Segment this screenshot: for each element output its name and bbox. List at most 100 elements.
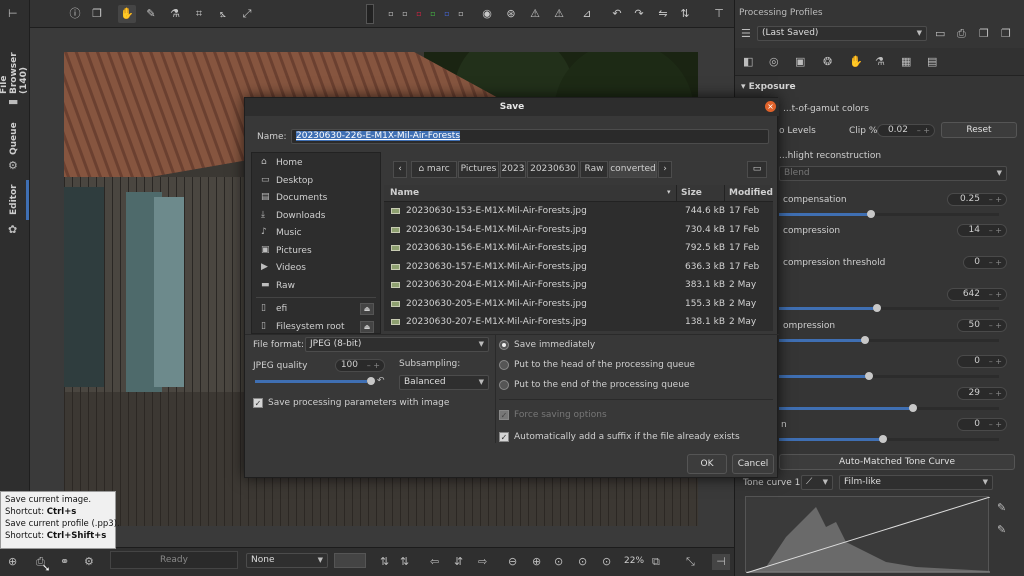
copy-profile-icon[interactable]: ❐: [979, 28, 989, 39]
curve-edit-icon[interactable]: ✎: [997, 502, 1006, 513]
place-pictures[interactable]: ▣ Pictures: [252, 243, 380, 260]
tab-file-browser[interactable]: File Browser (140): [0, 36, 29, 94]
layout-icon[interactable]: ⊢: [8, 8, 18, 19]
crumb-2023[interactable]: 2023: [500, 161, 526, 178]
before-after-icon[interactable]: ❐: [88, 5, 106, 23]
flip-v-icon[interactable]: ⇅: [676, 5, 694, 23]
zoom-fill-icon[interactable]: ⊙: [602, 556, 611, 567]
eject-icon[interactable]: ⏏: [360, 303, 374, 315]
queue-end-radio[interactable]: [499, 380, 509, 390]
place-raw[interactable]: ▬ Raw: [252, 278, 380, 295]
sync-icon[interactable]: ⇵: [454, 556, 463, 567]
hl-comp-spin[interactable]: 14: [957, 224, 1007, 237]
white-balance-icon[interactable]: ⚗: [166, 5, 184, 23]
crumb-pictures[interactable]: Pictures: [458, 161, 499, 178]
fullscreen-icon[interactable]: ⤢: [238, 5, 256, 23]
filename-input[interactable]: 20230630-226-E-M1X-Mil-Air-Forests: [291, 129, 769, 144]
value1-slider[interactable]: [779, 372, 999, 380]
color-picker-icon[interactable]: ✎: [142, 5, 160, 23]
auto-tone-button[interactable]: Auto-Matched Tone Curve: [779, 454, 1015, 470]
zoom-out-icon[interactable]: ⊖: [508, 556, 517, 567]
profile-none-select[interactable]: None: [246, 553, 328, 568]
paste-profile-icon[interactable]: ❐: [1001, 28, 1011, 39]
black-spin[interactable]: 642: [947, 288, 1007, 301]
place-music[interactable]: ♪ Music: [252, 225, 380, 242]
shadow-comp-spin[interactable]: 50: [957, 319, 1007, 332]
save-params-checkbox[interactable]: ✓: [253, 398, 263, 408]
crumb-converted[interactable]: converted: [609, 161, 657, 178]
zoom-100-icon[interactable]: ⊙: [578, 556, 587, 567]
histogram-icon[interactable]: ⊿: [578, 5, 596, 23]
crumb-forward-button[interactable]: ›: [658, 161, 672, 178]
new-window-icon[interactable]: ⧉: [652, 556, 660, 567]
reset-icon[interactable]: ↶: [377, 377, 385, 386]
file-row[interactable]: 20230630-204-E-M1X-Mil-Air-Forests.jpg 38…: [384, 276, 773, 295]
auto-suffix-checkbox[interactable]: ✓: [499, 432, 509, 442]
send-editor-icon[interactable]: ⚭: [60, 556, 69, 567]
profile-select[interactable]: (Last Saved): [757, 26, 927, 41]
flip-h-icon[interactable]: ⇋: [654, 5, 672, 23]
crop-icon[interactable]: ⌗: [190, 5, 208, 23]
preview-swatch[interactable]: [366, 4, 374, 24]
eject-icon[interactable]: ⏏: [360, 321, 374, 333]
crumb-marc[interactable]: ⌂ marc: [411, 161, 457, 178]
file-row[interactable]: 20230630-205-E-M1X-Mil-Air-Forests.jpg 15…: [384, 295, 773, 314]
col-modified[interactable]: Modified: [729, 188, 773, 198]
color-tab-icon[interactable]: ▣: [795, 56, 805, 67]
ok-button[interactable]: OK: [687, 454, 727, 474]
prev-icon[interactable]: ⇦: [430, 556, 439, 567]
queue-add-icon[interactable]: ⚙: [84, 556, 94, 567]
new-folder-button[interactable]: ▭: [747, 161, 767, 178]
detail-tab-icon[interactable]: ◎: [769, 56, 779, 67]
exp-comp-slider[interactable]: [779, 210, 999, 218]
value2-slider[interactable]: [779, 404, 999, 412]
tone-mode-select[interactable]: Film-like: [839, 475, 993, 490]
hand-tool-icon[interactable]: ✋: [118, 5, 136, 23]
place-home[interactable]: ⌂ Home: [252, 155, 380, 172]
save-profile-icon[interactable]: ⎙: [957, 28, 966, 39]
raw-tab-icon[interactable]: ⚗: [875, 56, 885, 67]
tab-queue[interactable]: Queue: [2, 122, 26, 156]
color-label-button[interactable]: [334, 553, 366, 568]
file-list[interactable]: Name ▾ Size Modified 20230630-153-E-M1X-…: [384, 185, 773, 331]
transform-tab-icon[interactable]: ✋: [849, 56, 863, 67]
panel-right-icon[interactable]: ⊣: [712, 554, 730, 570]
place-downloads[interactable]: ⤓ Downloads: [252, 208, 380, 225]
curve-type-select[interactable]: ⟋: [801, 475, 833, 490]
rotate-right-icon[interactable]: ↷: [630, 5, 648, 23]
open-profile-icon[interactable]: ▭: [935, 28, 945, 39]
col-name[interactable]: Name: [390, 188, 419, 198]
exposure-section-title[interactable]: ▾ Exposure: [741, 82, 796, 92]
blend-select[interactable]: Blend: [779, 166, 1007, 181]
fit-icon[interactable]: ⇅: [380, 556, 389, 567]
place-desktop[interactable]: ▭ Desktop: [252, 173, 380, 190]
straighten-icon[interactable]: ⦩: [214, 5, 232, 23]
wavelet-tab-icon[interactable]: ❂: [823, 56, 832, 67]
queue-head-radio[interactable]: [499, 360, 509, 370]
info-icon[interactable]: ⓘ: [66, 5, 84, 23]
close-icon[interactable]: ×: [765, 101, 776, 112]
focus-mask-icon[interactable]: ◉: [478, 5, 496, 23]
value3-slider[interactable]: [779, 435, 999, 443]
clip-spin[interactable]: 0.02: [877, 124, 935, 137]
gamut-icon[interactable]: ⊛: [502, 5, 520, 23]
black-slider[interactable]: [779, 304, 999, 312]
file-row[interactable]: 20230630-153-E-M1X-Mil-Air-Forests.jpg 74…: [384, 202, 773, 221]
next-icon[interactable]: ⇨: [478, 556, 487, 567]
profile-list-icon[interactable]: ☰: [741, 28, 751, 39]
jpeg-quality-spin[interactable]: 100: [335, 359, 385, 372]
force-saving-checkbox[interactable]: ✓: [499, 410, 509, 420]
file-row[interactable]: 20230630-154-E-M1X-Mil-Air-Forests.jpg 73…: [384, 221, 773, 240]
exp-comp-spin[interactable]: 0.25: [947, 193, 1007, 206]
save-immediately-radio[interactable]: [499, 340, 509, 350]
expand-icon[interactable]: ⤡: [686, 556, 695, 567]
zoom-fit-icon[interactable]: ⊙: [554, 556, 563, 567]
reset-button[interactable]: Reset: [941, 122, 1017, 138]
preview-l-icon[interactable]: ▫: [452, 5, 470, 23]
file-row[interactable]: 20230630-156-E-M1X-Mil-Air-Forests.jpg 79…: [384, 239, 773, 258]
value2-spin[interactable]: 29: [957, 387, 1007, 400]
subsampling-select[interactable]: Balanced: [399, 375, 489, 390]
tone-curve-editor[interactable]: [745, 496, 991, 574]
navigator-icon[interactable]: ⊕: [8, 556, 17, 567]
file-row[interactable]: 20230630-157-E-M1X-Mil-Air-Forests.jpg 63…: [384, 258, 773, 277]
